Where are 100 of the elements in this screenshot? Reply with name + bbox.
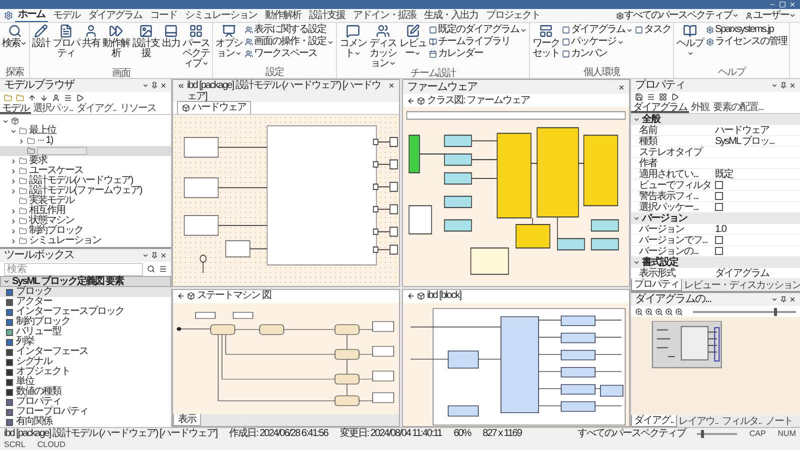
menu-icon[interactable]: [159, 265, 167, 273]
ribbon-small-button[interactable]: 画面の操作・設定: [245, 36, 334, 48]
ribbon-small-button[interactable]: Sparxsystems.jp: [706, 24, 787, 36]
ribbon-button[interactable]: 共有: [82, 24, 100, 49]
toolbox-item[interactable]: オブジェクト: [0, 367, 171, 377]
toolbox-item[interactable]: インターフェースブロック: [0, 307, 171, 317]
ribbon-tab[interactable]: モデル: [50, 10, 83, 22]
tree-item[interactable]: 要求: [0, 156, 171, 166]
down-arrow-icon[interactable]: [40, 94, 48, 102]
pin-icon[interactable]: [151, 252, 158, 259]
tree-item[interactable]: 設計モデル(ファームウェア): [0, 186, 171, 196]
panel-tab[interactable]: レイアウ..: [676, 415, 720, 427]
toolbox-item[interactable]: 数値の種類: [0, 387, 171, 397]
panel-tab[interactable]: ノート: [764, 415, 795, 427]
ribbon-button[interactable]: 検索: [2, 24, 27, 49]
ribbon-button[interactable]: レビュー: [399, 24, 427, 59]
search-field[interactable]: 検索: [4, 262, 143, 276]
ribbon-button[interactable]: ヘルプ: [676, 24, 704, 59]
checkbox[interactable]: [715, 181, 723, 189]
property-value[interactable]: ダイアグラム: [715, 268, 769, 278]
tree-item[interactable]: ··· 1): [0, 136, 171, 146]
checkbox[interactable]: [715, 236, 723, 244]
toolbox-item[interactable]: インターフェース: [0, 347, 171, 357]
app-menu-icon[interactable]: [4, 11, 13, 20]
save-icon[interactable]: [635, 93, 643, 101]
ribbon-small-button[interactable]: パッケージ: [562, 36, 633, 48]
tree-item[interactable]: 相互作用: [0, 206, 171, 216]
property-value[interactable]: 1.0: [715, 224, 726, 234]
checkbox[interactable]: [715, 192, 723, 200]
ribbon-small-button[interactable]: ワークスペース: [245, 48, 334, 60]
property-section-header[interactable]: 全般: [631, 114, 800, 125]
checkbox[interactable]: [715, 203, 723, 211]
ribbon-button[interactable]: ワークセット: [532, 24, 560, 59]
panel-tab[interactable]: フィルタ..: [720, 415, 764, 427]
ribbon-tab[interactable]: ホーム: [15, 8, 48, 22]
close-icon[interactable]: [618, 84, 625, 90]
property-value[interactable]: SysML ブロッ...: [715, 136, 774, 146]
grid-icon[interactable]: [659, 93, 667, 101]
property-section-header[interactable]: バージョン: [631, 213, 800, 224]
ribbon-small-button[interactable]: タスク: [635, 24, 671, 36]
ribbon-tab[interactable]: プロジェクト: [483, 10, 543, 22]
toolbox-item[interactable]: バリュー型: [0, 327, 171, 337]
property-section-header[interactable]: 書式設定: [631, 257, 800, 268]
ribbon-button[interactable]: 動作解析: [102, 24, 130, 59]
ribbon-small-button[interactable]: カンバン: [562, 48, 633, 60]
ribbon-button[interactable]: 設計: [32, 24, 50, 49]
zoom-icon[interactable]: [645, 308, 653, 316]
pin-icon[interactable]: [780, 296, 787, 303]
close-icon[interactable]: [160, 252, 167, 259]
browser-tab[interactable]: モデル: [0, 103, 31, 114]
zoom-icon[interactable]: [675, 308, 683, 316]
toolbox-item[interactable]: 有向関係: [0, 417, 171, 427]
toolbox-section-header[interactable]: SysML ブロック定義図 要素: [0, 276, 171, 287]
toolbox-item[interactable]: シグナル: [0, 357, 171, 367]
ribbon-tab[interactable]: アドイン・拡張: [350, 10, 419, 22]
ribbon-button[interactable]: プロパティ: [52, 24, 80, 59]
search-icon[interactable]: [147, 265, 155, 273]
tree-item[interactable]: 設計モデル(ハードウェア): [0, 176, 171, 186]
dropdown-icon[interactable]: [142, 252, 149, 259]
browser-tab[interactable]: ダイアグ..: [74, 103, 118, 114]
ribbon-small-button[interactable]: ダイアグラム: [562, 24, 633, 36]
view-tab[interactable]: 表示: [173, 414, 201, 426]
browser-tab[interactable]: リソース: [118, 103, 158, 114]
ribbon-small-button[interactable]: チームライブラリ: [429, 36, 527, 48]
toolbox-item[interactable]: フロープロパティ: [0, 407, 171, 417]
browser-tab[interactable]: 選択パッ..: [31, 103, 75, 114]
diagram-tab[interactable]: ハードウェア: [177, 101, 251, 114]
property-tab[interactable]: 外観: [689, 102, 711, 113]
user-menu[interactable]: ユーザー: [745, 10, 796, 22]
panel-tab[interactable]: ダイアグ..: [631, 415, 677, 427]
ribbon-button[interactable]: パースペクティブ: [182, 24, 210, 69]
ribbon-tab[interactable]: ダイアグラム: [85, 10, 145, 22]
menu-icon[interactable]: [64, 94, 72, 102]
ribbon-button[interactable]: コメント: [339, 24, 367, 59]
toolbox-item[interactable]: アクター: [0, 297, 171, 307]
folder-icon[interactable]: [16, 94, 24, 102]
dropdown-icon[interactable]: [771, 296, 778, 303]
ribbon-button[interactable]: 設計支援: [132, 24, 160, 59]
dropdown-icon[interactable]: [142, 82, 149, 89]
tree-item[interactable]: 状態マシン: [0, 216, 171, 226]
zoom-icon[interactable]: [665, 308, 673, 316]
menu-icon[interactable]: [647, 93, 655, 101]
ribbon-tab[interactable]: 設計支援: [306, 10, 348, 22]
pin-icon[interactable]: [151, 82, 158, 89]
maximize-icon[interactable]: [779, 1, 786, 8]
play-icon[interactable]: [76, 94, 84, 102]
folder-icon[interactable]: [4, 94, 12, 102]
tree-item[interactable]: 実装モデル: [0, 196, 171, 206]
ribbon-button[interactable]: オプション: [215, 24, 243, 59]
tree-item[interactable]: シミュレーション: [0, 236, 171, 246]
checkbox[interactable]: [715, 247, 723, 255]
back-arrow-icon[interactable]: [177, 292, 185, 300]
minimize-icon[interactable]: [769, 1, 776, 8]
ribbon-small-button[interactable]: ライセンスの管理: [706, 36, 787, 48]
zoom-icon[interactable]: [635, 308, 643, 316]
ribbon-tab[interactable]: 動作解析: [262, 10, 304, 22]
ribbon-tab[interactable]: コード: [147, 10, 180, 22]
panel-tab[interactable]: レビュー・ディスカッション: [682, 279, 800, 291]
back-arrow-icon[interactable]: [407, 292, 415, 300]
property-tab[interactable]: 要素の配置...: [711, 102, 766, 113]
